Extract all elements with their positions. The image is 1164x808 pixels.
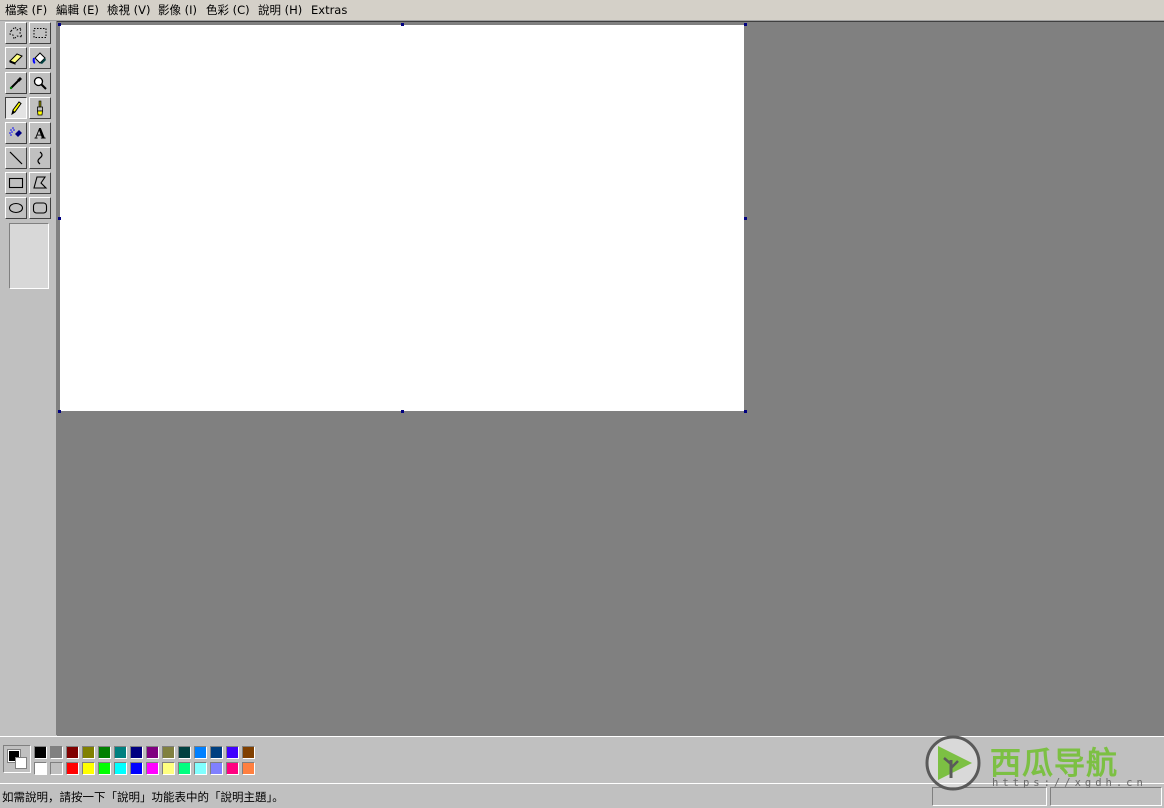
polygon-icon <box>33 176 48 189</box>
tool-options-box[interactable] <box>9 223 49 289</box>
resize-handle-top-right <box>744 23 747 26</box>
palette-swatch-top-0[interactable] <box>34 746 47 759</box>
svg-text:A: A <box>34 127 47 142</box>
free-form-select-icon <box>9 26 23 40</box>
current-colors <box>3 745 31 773</box>
menu-image[interactable]: 影像 (I) <box>158 2 197 18</box>
palette-swatch-top-1[interactable] <box>50 746 63 759</box>
tool-rectangle[interactable] <box>5 172 27 194</box>
palette-swatch-bottom-2[interactable] <box>66 762 79 775</box>
palette-swatch-bottom-9[interactable] <box>178 762 191 775</box>
tool-pencil[interactable] <box>5 97 27 119</box>
text-icon: A <box>34 127 47 142</box>
menu-bar: 檔案 (F) 編輯 (E) 檢視 (V) 影像 (I) 色彩 (C) 說明 (H… <box>0 0 1164 21</box>
status-text: 如需說明，請按一下「說明」功能表中的「說明主題」。 <box>2 790 284 804</box>
palette-swatch-top-2[interactable] <box>66 746 79 759</box>
menu-colors[interactable]: 色彩 (C) <box>206 2 250 18</box>
palette-swatch-bottom-3[interactable] <box>82 762 95 775</box>
tool-line[interactable] <box>5 147 27 169</box>
menu-edit[interactable]: 編輯 (E) <box>56 2 99 18</box>
tool-curve[interactable] <box>29 147 51 169</box>
tool-free-form-select[interactable] <box>5 22 27 44</box>
palette-swatch-bottom-8[interactable] <box>162 762 175 775</box>
palette-swatch-bottom-6[interactable] <box>130 762 143 775</box>
pencil-icon <box>11 101 22 116</box>
palette-swatch-bottom-12[interactable] <box>226 762 239 775</box>
tool-rounded-rectangle[interactable] <box>29 197 51 219</box>
menu-view[interactable]: 檢視 (V) <box>107 2 151 18</box>
tool-airbrush[interactable] <box>5 122 27 144</box>
fill-bucket-icon <box>32 52 46 64</box>
palette-swatch-top-7[interactable] <box>146 746 159 759</box>
menu-file[interactable]: 檔案 (F) <box>5 2 47 18</box>
watermark-url: https://xgdh.cn <box>992 777 1147 789</box>
menu-help[interactable]: 說明 (H) <box>258 2 302 18</box>
resize-handle-right[interactable] <box>744 217 747 220</box>
rectangle-icon <box>8 177 24 189</box>
palette-swatch-top-4[interactable] <box>98 746 111 759</box>
curve-icon <box>37 151 43 165</box>
rounded-rect-icon <box>32 202 48 214</box>
tool-magnifier[interactable] <box>29 72 51 94</box>
resize-handle-bottom[interactable] <box>401 410 404 413</box>
palette-swatch-top-9[interactable] <box>178 746 191 759</box>
tool-fill[interactable] <box>29 47 51 69</box>
magnifier-icon <box>33 76 47 90</box>
rect-select-icon <box>33 28 47 38</box>
menu-extras[interactable]: Extras <box>311 2 347 18</box>
tool-eraser[interactable] <box>5 47 27 69</box>
palette-swatch-bottom-1[interactable] <box>50 762 63 775</box>
tool-polygon[interactable] <box>29 172 51 194</box>
background-color <box>15 757 27 769</box>
palette-swatch-bottom-13[interactable] <box>242 762 255 775</box>
palette-swatch-bottom-7[interactable] <box>146 762 159 775</box>
palette-swatch-top-11[interactable] <box>210 746 223 759</box>
workspace <box>57 21 1164 736</box>
palette-swatch-top-12[interactable] <box>226 746 239 759</box>
brush-icon <box>37 100 43 116</box>
palette-swatch-bottom-5[interactable] <box>114 762 127 775</box>
palette-swatch-top-10[interactable] <box>194 746 207 759</box>
watermark-logo-icon <box>925 735 981 791</box>
resize-handle-top-left <box>58 23 61 26</box>
resize-handle-top <box>401 23 404 26</box>
palette-swatch-top-8[interactable] <box>162 746 175 759</box>
palette-swatch-bottom-0[interactable] <box>34 762 47 775</box>
resize-handle-left <box>58 217 61 220</box>
color-picker-icon <box>9 77 22 90</box>
palette-swatch-top-3[interactable] <box>82 746 95 759</box>
palette-swatch-bottom-11[interactable] <box>210 762 223 775</box>
palette-swatch-bottom-4[interactable] <box>98 762 111 775</box>
drawing-canvas[interactable] <box>60 25 744 411</box>
tool-brush[interactable] <box>29 97 51 119</box>
watermark: 西瓜导航 https://xgdh.cn <box>920 732 1156 794</box>
palette-swatch-top-6[interactable] <box>130 746 143 759</box>
tool-color-picker[interactable] <box>5 72 27 94</box>
resize-handle-bottom-right[interactable] <box>744 410 747 413</box>
tool-text[interactable]: A <box>29 122 51 144</box>
tool-rect-select[interactable] <box>29 22 51 44</box>
palette-swatch-top-13[interactable] <box>242 746 255 759</box>
palette-swatch-bottom-10[interactable] <box>194 762 207 775</box>
tool-ellipse[interactable] <box>5 197 27 219</box>
tool-box: A <box>0 21 57 735</box>
airbrush-icon <box>9 127 22 137</box>
eraser-icon <box>9 53 23 65</box>
resize-handle-bottom-left <box>58 410 61 413</box>
palette-swatch-top-5[interactable] <box>114 746 127 759</box>
line-icon <box>9 151 23 165</box>
ellipse-icon <box>8 202 24 214</box>
